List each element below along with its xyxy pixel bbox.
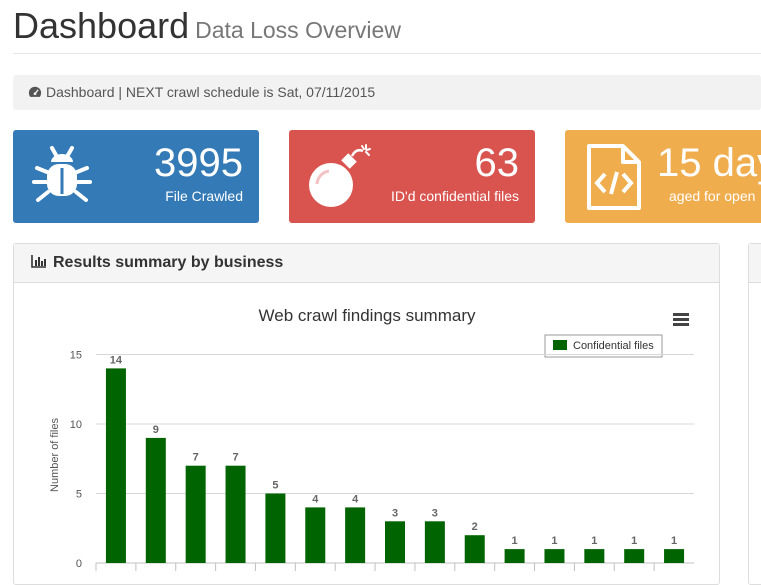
bar-value-label: 7 (193, 452, 199, 464)
bar-value-label: 7 (232, 452, 238, 464)
bomb-icon (309, 144, 371, 207)
bar[interactable] (145, 437, 166, 563)
panel-heading: Results summary by business (14, 244, 719, 283)
confidential-files-count: 63 (474, 141, 520, 185)
results-summary-panel: Results summary by business Web crawl fi… (13, 243, 720, 585)
breadcrumb-text: Dashboard | NEXT crawl schedule is Sat, … (46, 84, 376, 100)
file-code-icon (587, 144, 641, 210)
secondary-panel-heading (749, 244, 761, 283)
secondary-panel (748, 243, 761, 585)
chart-menu-icon[interactable] (673, 313, 689, 326)
y-tick-label: 0 (76, 558, 82, 570)
bar-value-label: 1 (551, 535, 557, 547)
bar[interactable] (265, 493, 286, 564)
bar-chart-icon (31, 255, 46, 268)
bug-icon (32, 146, 92, 202)
bar[interactable] (544, 549, 565, 563)
chart-legend[interactable]: Confidential files (544, 334, 663, 358)
bar-value-label: 4 (312, 493, 319, 505)
bar[interactable] (105, 368, 126, 563)
files-crawled-count: 3995 (154, 141, 243, 185)
legend-swatch (553, 340, 567, 350)
y-tick-label: 15 (70, 350, 82, 362)
bar-value-label: 1 (512, 535, 518, 547)
bar[interactable] (664, 549, 685, 563)
bar[interactable] (504, 549, 525, 563)
aged-open-value: 15 day (657, 141, 761, 185)
bar-value-label: 14 (110, 354, 123, 366)
bar-value-label: 1 (631, 535, 637, 547)
bar[interactable] (225, 465, 246, 563)
bar[interactable] (424, 521, 445, 563)
bar-value-label: 3 (432, 507, 438, 519)
panel-title: Results summary by business (53, 254, 284, 271)
y-tick-label: 5 (76, 489, 82, 501)
dashboard-icon (28, 86, 42, 97)
breadcrumb: Dashboard | NEXT crawl schedule is Sat, … (13, 75, 761, 110)
bar[interactable] (584, 549, 605, 563)
bar[interactable] (305, 507, 326, 563)
confidential-files-tile[interactable]: 63 ID'd confidential files (289, 130, 535, 223)
legend-label: Confidential files (573, 340, 654, 352)
bar-value-label: 9 (153, 424, 159, 436)
web-crawl-chart: Web crawl findings summary Confidential … (49, 306, 694, 571)
bar[interactable] (385, 521, 405, 563)
y-tick-label: 10 (70, 419, 82, 431)
bar-value-label: 3 (392, 507, 398, 519)
y-axis-label: Number of files (49, 418, 61, 492)
files-crawled-label: File Crawled (165, 188, 243, 204)
aged-open-tile[interactable]: 15 day aged for open (565, 130, 761, 223)
bar[interactable] (624, 549, 645, 563)
bar[interactable] (464, 535, 485, 563)
page-title: Dashboard Data Loss Overview (13, 5, 401, 47)
bar[interactable] (345, 507, 366, 563)
chart-title: Web crawl findings summary (259, 306, 476, 325)
bar-value-label: 1 (671, 535, 677, 547)
confidential-files-label: ID'd confidential files (391, 188, 519, 204)
bar-value-label: 1 (591, 535, 597, 547)
bar-value-label: 4 (352, 493, 359, 505)
page-subtitle: Data Loss Overview (195, 17, 401, 43)
bar-value-label: 5 (272, 480, 278, 492)
bar[interactable] (185, 465, 206, 563)
bar-value-label: 2 (472, 521, 478, 533)
aged-open-label: aged for open (669, 188, 756, 204)
page-header: Dashboard Data Loss Overview (13, 0, 761, 54)
page-title-text: Dashboard (13, 5, 190, 46)
files-crawled-tile[interactable]: 3995 File Crawled (13, 130, 259, 223)
